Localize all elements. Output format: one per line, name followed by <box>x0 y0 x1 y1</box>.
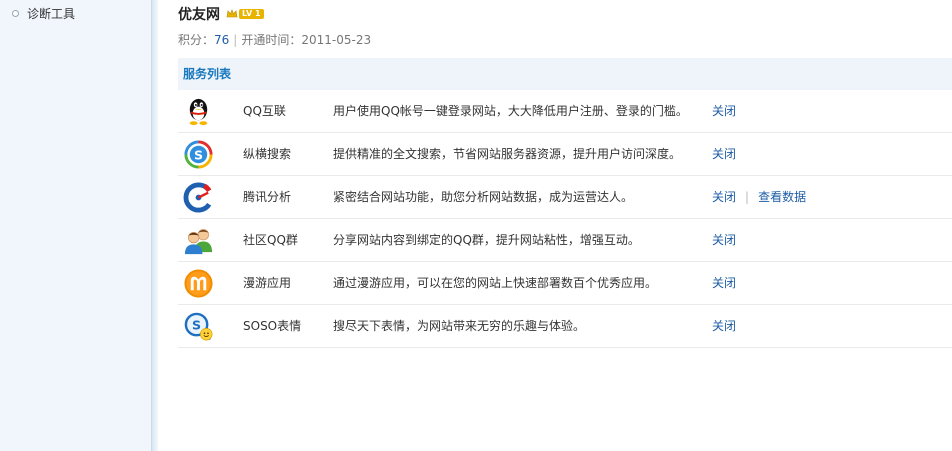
analytics-gauge-icon <box>183 182 212 213</box>
service-name: 纵横搜索 <box>243 147 292 161</box>
close-service-link[interactable]: 关闭 <box>712 104 736 118</box>
level-badge: LV 1 <box>226 8 264 20</box>
service-name: QQ互联 <box>243 104 286 118</box>
site-name: 优友网 <box>178 7 220 23</box>
service-actions: 关闭 | 查看数据 <box>712 176 806 219</box>
sidebar: 诊断工具 <box>0 0 151 451</box>
opened-label: 开通时间： <box>241 33 302 47</box>
service-name: 腾讯分析 <box>243 190 292 204</box>
sidebar-item-diagnostic-tools[interactable]: 诊断工具 <box>12 5 75 22</box>
svg-text:S: S <box>194 147 203 162</box>
service-description: 提供精准的全文搜索，节省网站服务器资源，提升用户访问深度。 <box>333 147 682 161</box>
view-data-link[interactable]: 查看数据 <box>758 190 806 204</box>
service-name: 漫游应用 <box>243 276 292 290</box>
service-description: 通过漫游应用，可以在您的网站上快速部署数百个优秀应用。 <box>333 276 658 290</box>
service-actions: 关闭 <box>712 90 736 133</box>
soso-emoticon-icon: S <box>184 312 213 341</box>
crown-icon <box>226 9 238 18</box>
service-row-analytics: 腾讯分析 紧密结合网站功能，助您分析网站数据，成为运营达人。 关闭 | 查看数据 <box>178 176 952 219</box>
score-label: 积分： <box>178 33 215 47</box>
manyou-app-icon <box>184 269 213 298</box>
bullet-icon <box>12 10 19 17</box>
service-row-search: S 纵横搜索 提供精准的全文搜索，节省网站服务器资源，提升用户访问深度。 关闭 <box>178 133 952 176</box>
service-actions: 关闭 <box>712 305 736 348</box>
service-name: SOSO表情 <box>243 319 302 333</box>
site-meta: 积分：76 | 开通时间：2011-05-23 <box>178 31 371 48</box>
service-actions: 关闭 <box>712 219 736 262</box>
service-actions: 关闭 <box>712 133 736 176</box>
score-value: 76 <box>214 33 230 47</box>
level-badge-text: LV 1 <box>239 9 264 19</box>
service-row-qq-group: 社区QQ群 分享网站内容到绑定的QQ群，提升网站粘性，增强互动。 关闭 <box>178 219 952 262</box>
users-group-icon <box>184 229 213 255</box>
sidebar-item-label: 诊断工具 <box>27 7 76 21</box>
service-row-qq-connect: QQ互联 用户使用QQ帐号一键登录网站，大大降低用户注册、登录的门槛。 关闭 <box>178 90 952 133</box>
service-row-soso-emoticons: S SOSO表情 搜尽天下表情，为网站带来无穷的乐趣与体验。 关闭 <box>178 305 952 348</box>
site-header: 优友网 LV 1 <box>178 4 264 24</box>
service-list-header: 服务列表 <box>178 58 952 90</box>
opened-date: 2011-05-23 <box>301 33 372 47</box>
meta-separator: | <box>233 33 238 47</box>
svg-text:S: S <box>192 317 201 332</box>
close-service-link[interactable]: 关闭 <box>712 319 736 333</box>
close-service-link[interactable]: 关闭 <box>712 190 736 204</box>
service-description: 用户使用QQ帐号一键登录网站，大大降低用户注册、登录的门槛。 <box>333 104 688 118</box>
page: 诊断工具 优友网 LV 1 积分：76 | 开通时间：2011-05-23 服务列表 <box>0 0 952 451</box>
service-list: QQ互联 用户使用QQ帐号一键登录网站，大大降低用户注册、登录的门槛。 关闭 S <box>178 90 952 348</box>
service-list-title: 服务列表 <box>183 67 232 81</box>
close-service-link[interactable]: 关闭 <box>712 276 736 290</box>
sidebar-divider <box>151 0 158 451</box>
qq-penguin-icon <box>189 98 208 126</box>
soso-search-icon: S <box>184 140 213 169</box>
main-content: 优友网 LV 1 积分：76 | 开通时间：2011-05-23 服务列表 QQ… <box>158 0 952 451</box>
service-description: 搜尽天下表情，为网站带来无穷的乐趣与体验。 <box>333 319 586 333</box>
service-row-manyou-apps: 漫游应用 通过漫游应用，可以在您的网站上快速部署数百个优秀应用。 关闭 <box>178 262 952 305</box>
close-service-link[interactable]: 关闭 <box>712 147 736 161</box>
close-service-link[interactable]: 关闭 <box>712 233 736 247</box>
service-name: 社区QQ群 <box>243 233 298 247</box>
service-actions: 关闭 <box>712 262 736 305</box>
service-description: 紧密结合网站功能，助您分析网站数据，成为运营达人。 <box>333 190 634 204</box>
service-description: 分享网站内容到绑定的QQ群，提升网站粘性，增强互动。 <box>333 233 640 247</box>
action-separator: | <box>745 190 750 204</box>
